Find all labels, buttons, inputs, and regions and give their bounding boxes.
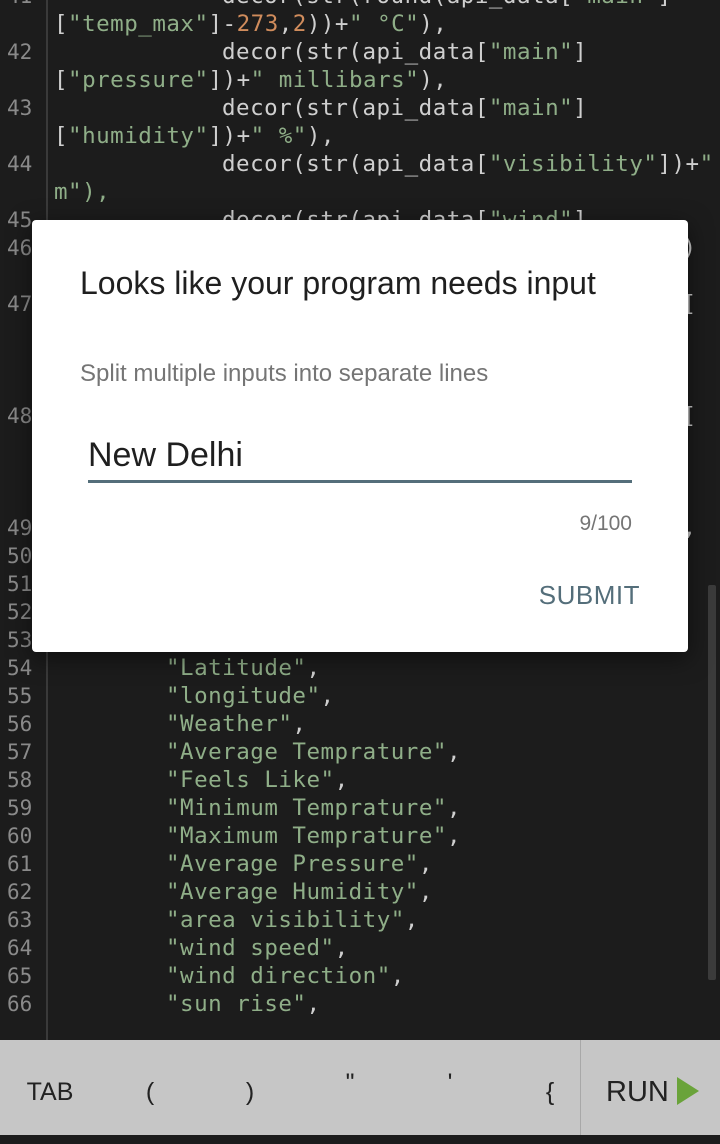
code-text: "area visibility", bbox=[166, 907, 419, 933]
code-line: ["temp_max"]-273,2))+" °C"), bbox=[0, 10, 720, 38]
line-number: 57 bbox=[7, 740, 33, 764]
code-line: 55 "longitude", bbox=[0, 682, 720, 710]
key-close-paren[interactable]: ) bbox=[200, 1040, 300, 1135]
code-line: 43 decor(str(api_data["main"] bbox=[0, 94, 720, 122]
character-counter: 9/100 bbox=[579, 512, 632, 535]
code-text: decor(str(round(api_data["main"] bbox=[222, 0, 671, 10]
line-number: 56 bbox=[7, 712, 33, 736]
dialog-title: Looks like your program needs input bbox=[80, 265, 596, 301]
code-text: "Average Humidity", bbox=[166, 879, 433, 905]
code-line: ["humidity"])+" %"), bbox=[0, 122, 720, 150]
code-text: "Average Temprature", bbox=[166, 739, 461, 765]
play-icon bbox=[677, 1077, 699, 1105]
line-number: 43 bbox=[7, 96, 33, 120]
code-text: "Feels Like", bbox=[166, 767, 349, 793]
key-double-quote[interactable]: " bbox=[300, 1040, 400, 1135]
editor-scrollbar[interactable] bbox=[708, 585, 716, 980]
submit-button[interactable]: SUBMIT bbox=[539, 580, 640, 611]
code-line: 65 "wind direction", bbox=[0, 962, 720, 990]
code-line: 61 "Average Pressure", bbox=[0, 850, 720, 878]
code-line: 63 "area visibility", bbox=[0, 906, 720, 934]
run-button[interactable]: RUN bbox=[580, 1040, 720, 1135]
program-input-field[interactable] bbox=[88, 430, 632, 483]
code-text: ["humidity"])+" %"), bbox=[54, 123, 335, 149]
key-open-paren[interactable]: ( bbox=[100, 1040, 200, 1135]
code-line: 56 "Weather", bbox=[0, 710, 720, 738]
line-number: 63 bbox=[7, 908, 33, 932]
run-label: RUN bbox=[606, 1076, 669, 1108]
code-line: 59 "Minimum Temprature", bbox=[0, 794, 720, 822]
code-text: decor(str(api_data["main"] bbox=[222, 95, 588, 121]
dialog-subtitle: Split multiple inputs into separate line… bbox=[80, 360, 489, 387]
code-text: ["temp_max"]-273,2))+" °C"), bbox=[54, 11, 448, 37]
line-number: 62 bbox=[7, 880, 33, 904]
code-text: decor(str(api_data["visibility"])+" bbox=[222, 151, 714, 177]
key-tab[interactable]: TAB bbox=[0, 1040, 100, 1135]
code-line: 44 decor(str(api_data["visibility"])+" bbox=[0, 150, 720, 178]
line-number: 58 bbox=[7, 768, 33, 792]
code-text: "Average Pressure", bbox=[166, 851, 433, 877]
code-line: m"), bbox=[0, 178, 720, 206]
code-text: "longitude", bbox=[166, 683, 335, 709]
line-number: 65 bbox=[7, 964, 33, 988]
code-line: 60 "Maximum Temprature", bbox=[0, 822, 720, 850]
code-text: "Maximum Temprature", bbox=[166, 823, 461, 849]
line-number: 64 bbox=[7, 936, 33, 960]
extra-keys-bar: TAB ( ) " ' { RUN bbox=[0, 1040, 720, 1135]
code-line: 66 "sun rise", bbox=[0, 990, 720, 1018]
code-line: 58 "Feels Like", bbox=[0, 766, 720, 794]
code-text: "wind speed", bbox=[166, 935, 349, 961]
line-number: 42 bbox=[7, 40, 33, 64]
code-text: "Latitude", bbox=[166, 655, 321, 681]
key-single-quote[interactable]: ' bbox=[400, 1040, 500, 1135]
code-line: ["pressure"])+" millibars"), bbox=[0, 66, 720, 94]
line-number: 55 bbox=[7, 684, 33, 708]
line-number: 60 bbox=[7, 824, 33, 848]
code-line: 41 decor(str(round(api_data["main"] bbox=[0, 0, 720, 10]
line-number: 59 bbox=[7, 796, 33, 820]
code-line: 62 "Average Humidity", bbox=[0, 878, 720, 906]
code-line: 42 decor(str(api_data["main"] bbox=[0, 38, 720, 66]
line-number: 44 bbox=[7, 152, 33, 176]
code-text: "Minimum Temprature", bbox=[166, 795, 461, 821]
code-text: m"), bbox=[54, 179, 111, 205]
code-text: "Weather", bbox=[166, 711, 307, 737]
input-dialog: Looks like your program needs input Spli… bbox=[32, 220, 688, 652]
line-number: 54 bbox=[7, 656, 33, 680]
code-line: 64 "wind speed", bbox=[0, 934, 720, 962]
code-text: "wind direction", bbox=[166, 963, 405, 989]
line-number: 66 bbox=[7, 992, 33, 1016]
code-text: ["pressure"])+" millibars"), bbox=[54, 67, 448, 93]
line-number: 61 bbox=[7, 852, 33, 876]
code-text: decor(str(api_data["main"] bbox=[222, 39, 588, 65]
code-line: 54 "Latitude", bbox=[0, 654, 720, 682]
line-number: 41 bbox=[7, 0, 41, 10]
code-text: "sun rise", bbox=[166, 991, 321, 1017]
code-line: 57 "Average Temprature", bbox=[0, 738, 720, 766]
